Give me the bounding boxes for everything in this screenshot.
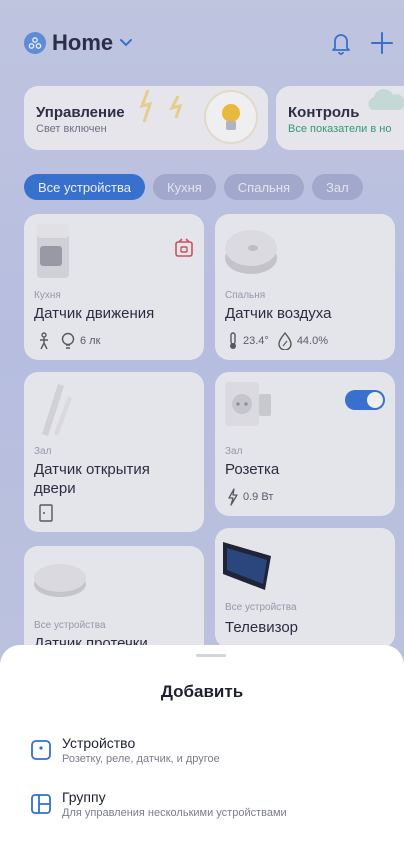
add-group-option[interactable]: Группу Для управления несколькими устрой… [30, 789, 287, 819]
device-icon [31, 740, 51, 760]
option-title: Группу [62, 789, 106, 805]
add-device-option[interactable]: Устройство Розетку, реле, датчик, и друг… [30, 735, 220, 765]
group-icon [31, 794, 51, 814]
sheet-drag-handle[interactable] [196, 654, 226, 657]
sheet-title: Добавить [160, 682, 244, 701]
option-subtitle: Розетку, реле, датчик, и другое [62, 753, 220, 765]
option-subtitle: Для управления несколькими устройствами [62, 807, 287, 819]
add-bottom-sheet: Добавить Устройство Розетку, реле, датчи… [0, 645, 404, 846]
option-title: Устройство [62, 735, 136, 751]
